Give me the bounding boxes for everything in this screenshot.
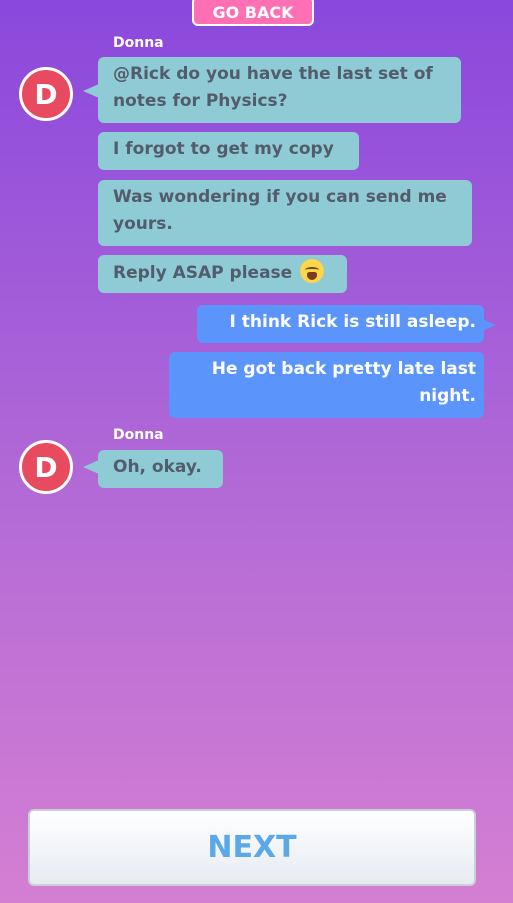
message-text: I think Rick is still asleep. — [229, 312, 476, 332]
incoming-message: @Rick do you have the last set of notes … — [98, 57, 461, 123]
bubble-tail — [480, 318, 496, 332]
crying-face-icon — [300, 259, 325, 283]
sender-name: Donna — [113, 427, 164, 443]
message-text: Reply ASAP please — [113, 263, 293, 283]
outgoing-message: I think Rick is still asleep. — [197, 305, 484, 343]
incoming-message: Was wondering if you can send me yours. — [98, 180, 472, 246]
message-text: I forgot to get my copy — [113, 139, 334, 159]
message-line: @Rick do you have the last set of — [113, 64, 433, 84]
message-text: Oh, okay. — [113, 457, 202, 477]
incoming-message: Oh, okay. — [98, 450, 223, 488]
bubble-tail — [83, 84, 99, 98]
message-line: yours. — [113, 214, 173, 234]
message-line: Was wondering if you can send me — [113, 187, 447, 207]
message-line: night. — [419, 386, 476, 406]
go-back-button[interactable]: GO BACK — [192, 0, 314, 26]
outgoing-message: He got back pretty late last night. — [169, 352, 484, 418]
next-button[interactable]: NEXT — [28, 809, 476, 886]
bubble-tail — [83, 460, 99, 474]
incoming-message: Reply ASAP please — [98, 255, 347, 293]
incoming-message: I forgot to get my copy — [98, 132, 359, 170]
avatar: D — [19, 67, 73, 121]
sender-name: Donna — [113, 35, 164, 51]
message-line: He got back pretty late last — [211, 359, 476, 379]
message-line: notes for Physics? — [113, 91, 288, 111]
avatar: D — [19, 440, 73, 494]
